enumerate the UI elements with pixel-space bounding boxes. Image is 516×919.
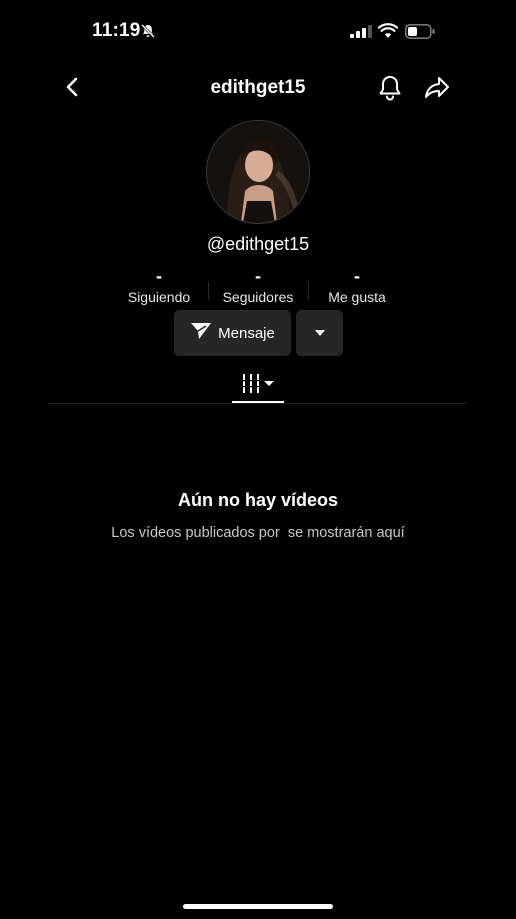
- bell-icon[interactable]: [377, 74, 403, 101]
- wifi-icon: [377, 23, 399, 39]
- signal-icon: [350, 25, 372, 38]
- avatar: [206, 120, 310, 224]
- status-time: 11:19: [92, 20, 141, 41]
- grid-icon: [232, 374, 284, 400]
- profile-handle: @edithget15: [206, 234, 310, 254]
- tab-divider: [48, 403, 468, 404]
- tab-videos[interactable]: [232, 372, 284, 396]
- stat-label: Me gusta: [328, 289, 386, 305]
- stat-value: -: [354, 266, 360, 286]
- home-indicator[interactable]: [183, 904, 333, 909]
- more-dropdown-button[interactable]: [296, 310, 343, 356]
- empty-state-title: Aún no hay vídeos: [177, 490, 339, 510]
- send-icon: [190, 321, 212, 345]
- message-button-label: Mensaje: [218, 324, 275, 342]
- stat-likes[interactable]: - Me gusta: [297, 266, 417, 305]
- share-icon[interactable]: [423, 74, 451, 101]
- caret-down-icon: [314, 324, 326, 342]
- message-button[interactable]: Mensaje: [174, 310, 291, 356]
- bell-muted-icon: [140, 23, 156, 39]
- empty-state-subtitle: Los vídeos publicados por se mostrarán a…: [111, 525, 405, 541]
- battery-icon: [405, 24, 435, 39]
